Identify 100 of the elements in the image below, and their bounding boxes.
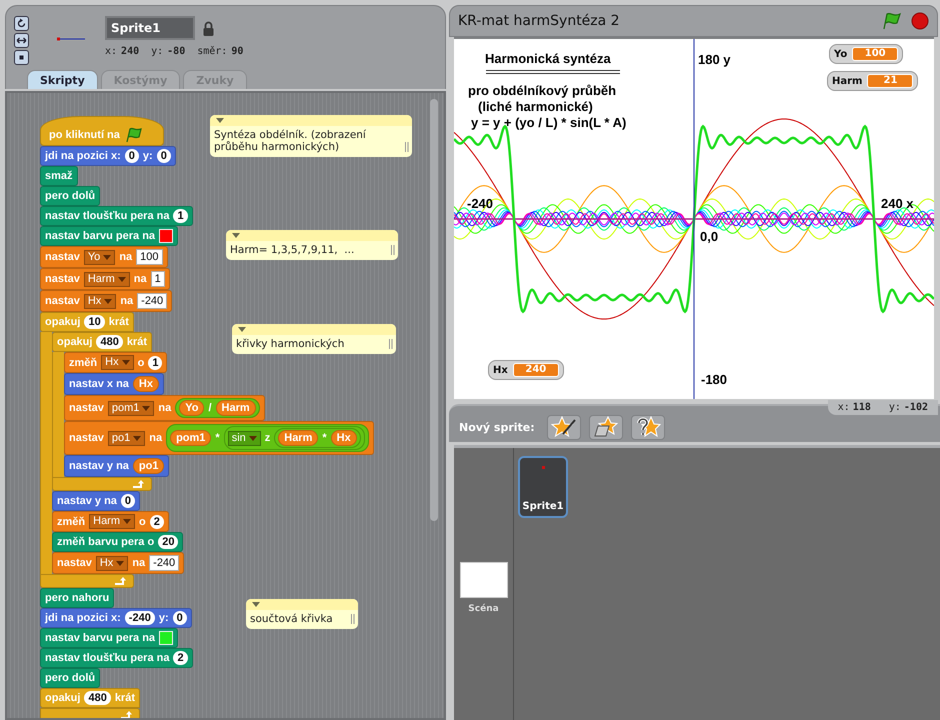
comment-note[interactable]: křivky harmonických — [232, 324, 396, 354]
script-block[interactable]: nastav tloušťku pera na 1 — [40, 206, 193, 226]
script-block[interactable]: změň Harm o 2 — [52, 511, 169, 532]
variable-dropdown[interactable]: Hx — [84, 294, 116, 308]
script-block[interactable]: nastav Hx na -240 — [40, 290, 172, 312]
script-block[interactable]: pero dolů — [40, 186, 100, 206]
no-rotate-icon[interactable] — [14, 50, 29, 65]
text-input[interactable]: -240 — [149, 555, 180, 571]
sprite-tile[interactable]: Sprite1 — [518, 456, 568, 518]
sprite-name-field[interactable]: Sprite1 — [105, 16, 195, 40]
script-block[interactable]: změň barvu pera o 20 — [52, 532, 184, 552]
variable-dropdown[interactable]: po1 — [108, 430, 146, 446]
watcher-value: 21 — [867, 74, 914, 88]
dropdown-arrow-icon — [122, 360, 130, 365]
script-block[interactable]: nastav pom1 na Yo / Harm — [64, 395, 265, 421]
watcher-value: 240 — [512, 363, 559, 377]
resize-grip-icon[interactable] — [391, 245, 395, 255]
scrollbar[interactable] — [430, 99, 438, 521]
mouse-x-readout: x: 118 — [838, 402, 871, 413]
script-block[interactable]: nastav tloušťku pera na 2 — [40, 648, 193, 668]
flag-icon[interactable] — [881, 12, 903, 30]
flip-icon[interactable] — [14, 33, 29, 48]
text-input[interactable]: -240 — [137, 293, 168, 309]
script-block[interactable]: nastav y na po1 — [64, 455, 170, 477]
number-input[interactable]: 2 — [150, 514, 164, 528]
tab[interactable]: Skripty — [27, 70, 98, 89]
variable-watcher[interactable]: Harm 21 — [827, 71, 918, 91]
rotate-icon[interactable] — [14, 16, 29, 31]
script-block[interactable]: nastav Hx na -240 — [52, 552, 184, 574]
script-block[interactable]: nastav y na 0 — [52, 491, 140, 511]
collapse-triangle-icon[interactable] — [238, 327, 246, 332]
number-input[interactable]: 0 — [156, 149, 171, 163]
variable-dropdown[interactable]: Harm — [84, 272, 130, 286]
collapse-triangle-icon[interactable] — [232, 233, 240, 238]
number-input[interactable]: 0 — [120, 494, 136, 508]
variable-dropdown[interactable]: Yo — [84, 250, 116, 264]
variable-watcher[interactable]: Yo 100 — [829, 44, 904, 64]
number-input[interactable]: 1 — [173, 209, 188, 223]
dropdown-arrow-icon — [142, 406, 150, 410]
variable-dropdown[interactable]: Hx — [96, 556, 128, 570]
script-block[interactable]: pero nahoru — [40, 588, 114, 608]
script-block[interactable]: nastav Yo na 100 — [40, 246, 168, 268]
number-input[interactable]: 0 — [124, 149, 139, 163]
stop-icon[interactable] — [911, 12, 929, 30]
number-input[interactable]: 480 — [84, 691, 111, 705]
number-input[interactable]: 20 — [158, 535, 178, 549]
text-input[interactable]: 100 — [136, 249, 163, 265]
script-block[interactable]: jdi na pozici x: 0 y: 0 — [40, 146, 176, 166]
collapse-triangle-icon[interactable] — [252, 602, 260, 607]
variable-dropdown[interactable]: Harm — [89, 514, 136, 529]
script-block[interactable]: pero dolů — [40, 668, 100, 688]
sprite-x-readout: x: 240 — [105, 46, 140, 57]
number-input[interactable]: 2 — [173, 651, 188, 665]
random-sprite-button[interactable] — [630, 414, 665, 440]
number-input[interactable]: 0 — [172, 611, 187, 625]
stage-text: -180 — [701, 372, 728, 387]
script-block[interactable]: změň Hx o 1 — [64, 352, 168, 373]
stage-text: 180 y — [698, 52, 731, 67]
text-input[interactable]: 1 — [150, 271, 165, 287]
script-block[interactable]: nastav Harm na 1 — [40, 268, 170, 290]
open-sprite-button[interactable] — [588, 414, 623, 440]
star-question-icon — [634, 416, 661, 438]
color-swatch[interactable] — [159, 229, 174, 243]
lock-icon[interactable] — [203, 20, 214, 36]
color-swatch[interactable] — [159, 631, 174, 645]
comment-note[interactable]: Harm= 1,3,5,7,9,11, ... — [226, 230, 398, 260]
script-block[interactable]: jdi na pozici x: -240 y: 0 — [40, 608, 192, 628]
comment-note[interactable]: Syntéza obdélník. (zobrazení průběhu harmonických) — [210, 115, 412, 157]
number-input[interactable]: 1 — [148, 356, 162, 370]
stage-thumbnail[interactable] — [460, 562, 508, 598]
stage-text: 0,0 — [700, 229, 718, 244]
dropdown-arrow-icon — [116, 560, 124, 566]
number-input[interactable]: 10 — [84, 315, 105, 329]
comment-note[interactable]: součtová křivka — [246, 599, 358, 629]
number-input[interactable]: 480 — [96, 335, 123, 349]
variable-watcher[interactable]: Hx 240 — [488, 360, 564, 380]
variable-dropdown[interactable]: Hx — [101, 355, 134, 370]
script-block[interactable]: smaž — [40, 166, 78, 186]
dropdown-arrow-icon — [123, 519, 132, 524]
stage-text: (liché harmonické) — [478, 99, 593, 114]
resize-grip-icon[interactable] — [389, 339, 393, 349]
dropdown-arrow-icon — [118, 276, 126, 282]
star-folder-icon — [592, 416, 619, 438]
paint-sprite-button[interactable] — [546, 414, 581, 440]
resize-grip-icon[interactable] — [405, 142, 409, 152]
loop-arrow-icon — [120, 711, 134, 718]
resize-grip-icon[interactable] — [351, 614, 355, 624]
flag-icon — [124, 127, 144, 143]
script-block[interactable]: nastav barvu pera na — [40, 226, 178, 246]
repeat-block[interactable]: opakuj 480 krát — [52, 332, 152, 352]
number-input[interactable]: -240 — [124, 611, 155, 625]
script-block[interactable]: nastav x na Hx — [64, 373, 164, 395]
stage-label[interactable]: Scéna — [468, 604, 499, 614]
script-block[interactable]: nastav barvu pera na — [40, 628, 178, 648]
sprite-thumbnail-drawing — [542, 466, 544, 469]
script-block[interactable]: nastav po1 na pom1 * sin z Harm * Hx — [64, 421, 374, 455]
repeat-block[interactable]: opakuj 480 krát — [40, 688, 140, 708]
repeat-block[interactable]: opakuj 10 krát — [40, 312, 134, 332]
collapse-triangle-icon[interactable] — [216, 118, 224, 123]
variable-dropdown[interactable]: pom1 — [108, 400, 154, 416]
